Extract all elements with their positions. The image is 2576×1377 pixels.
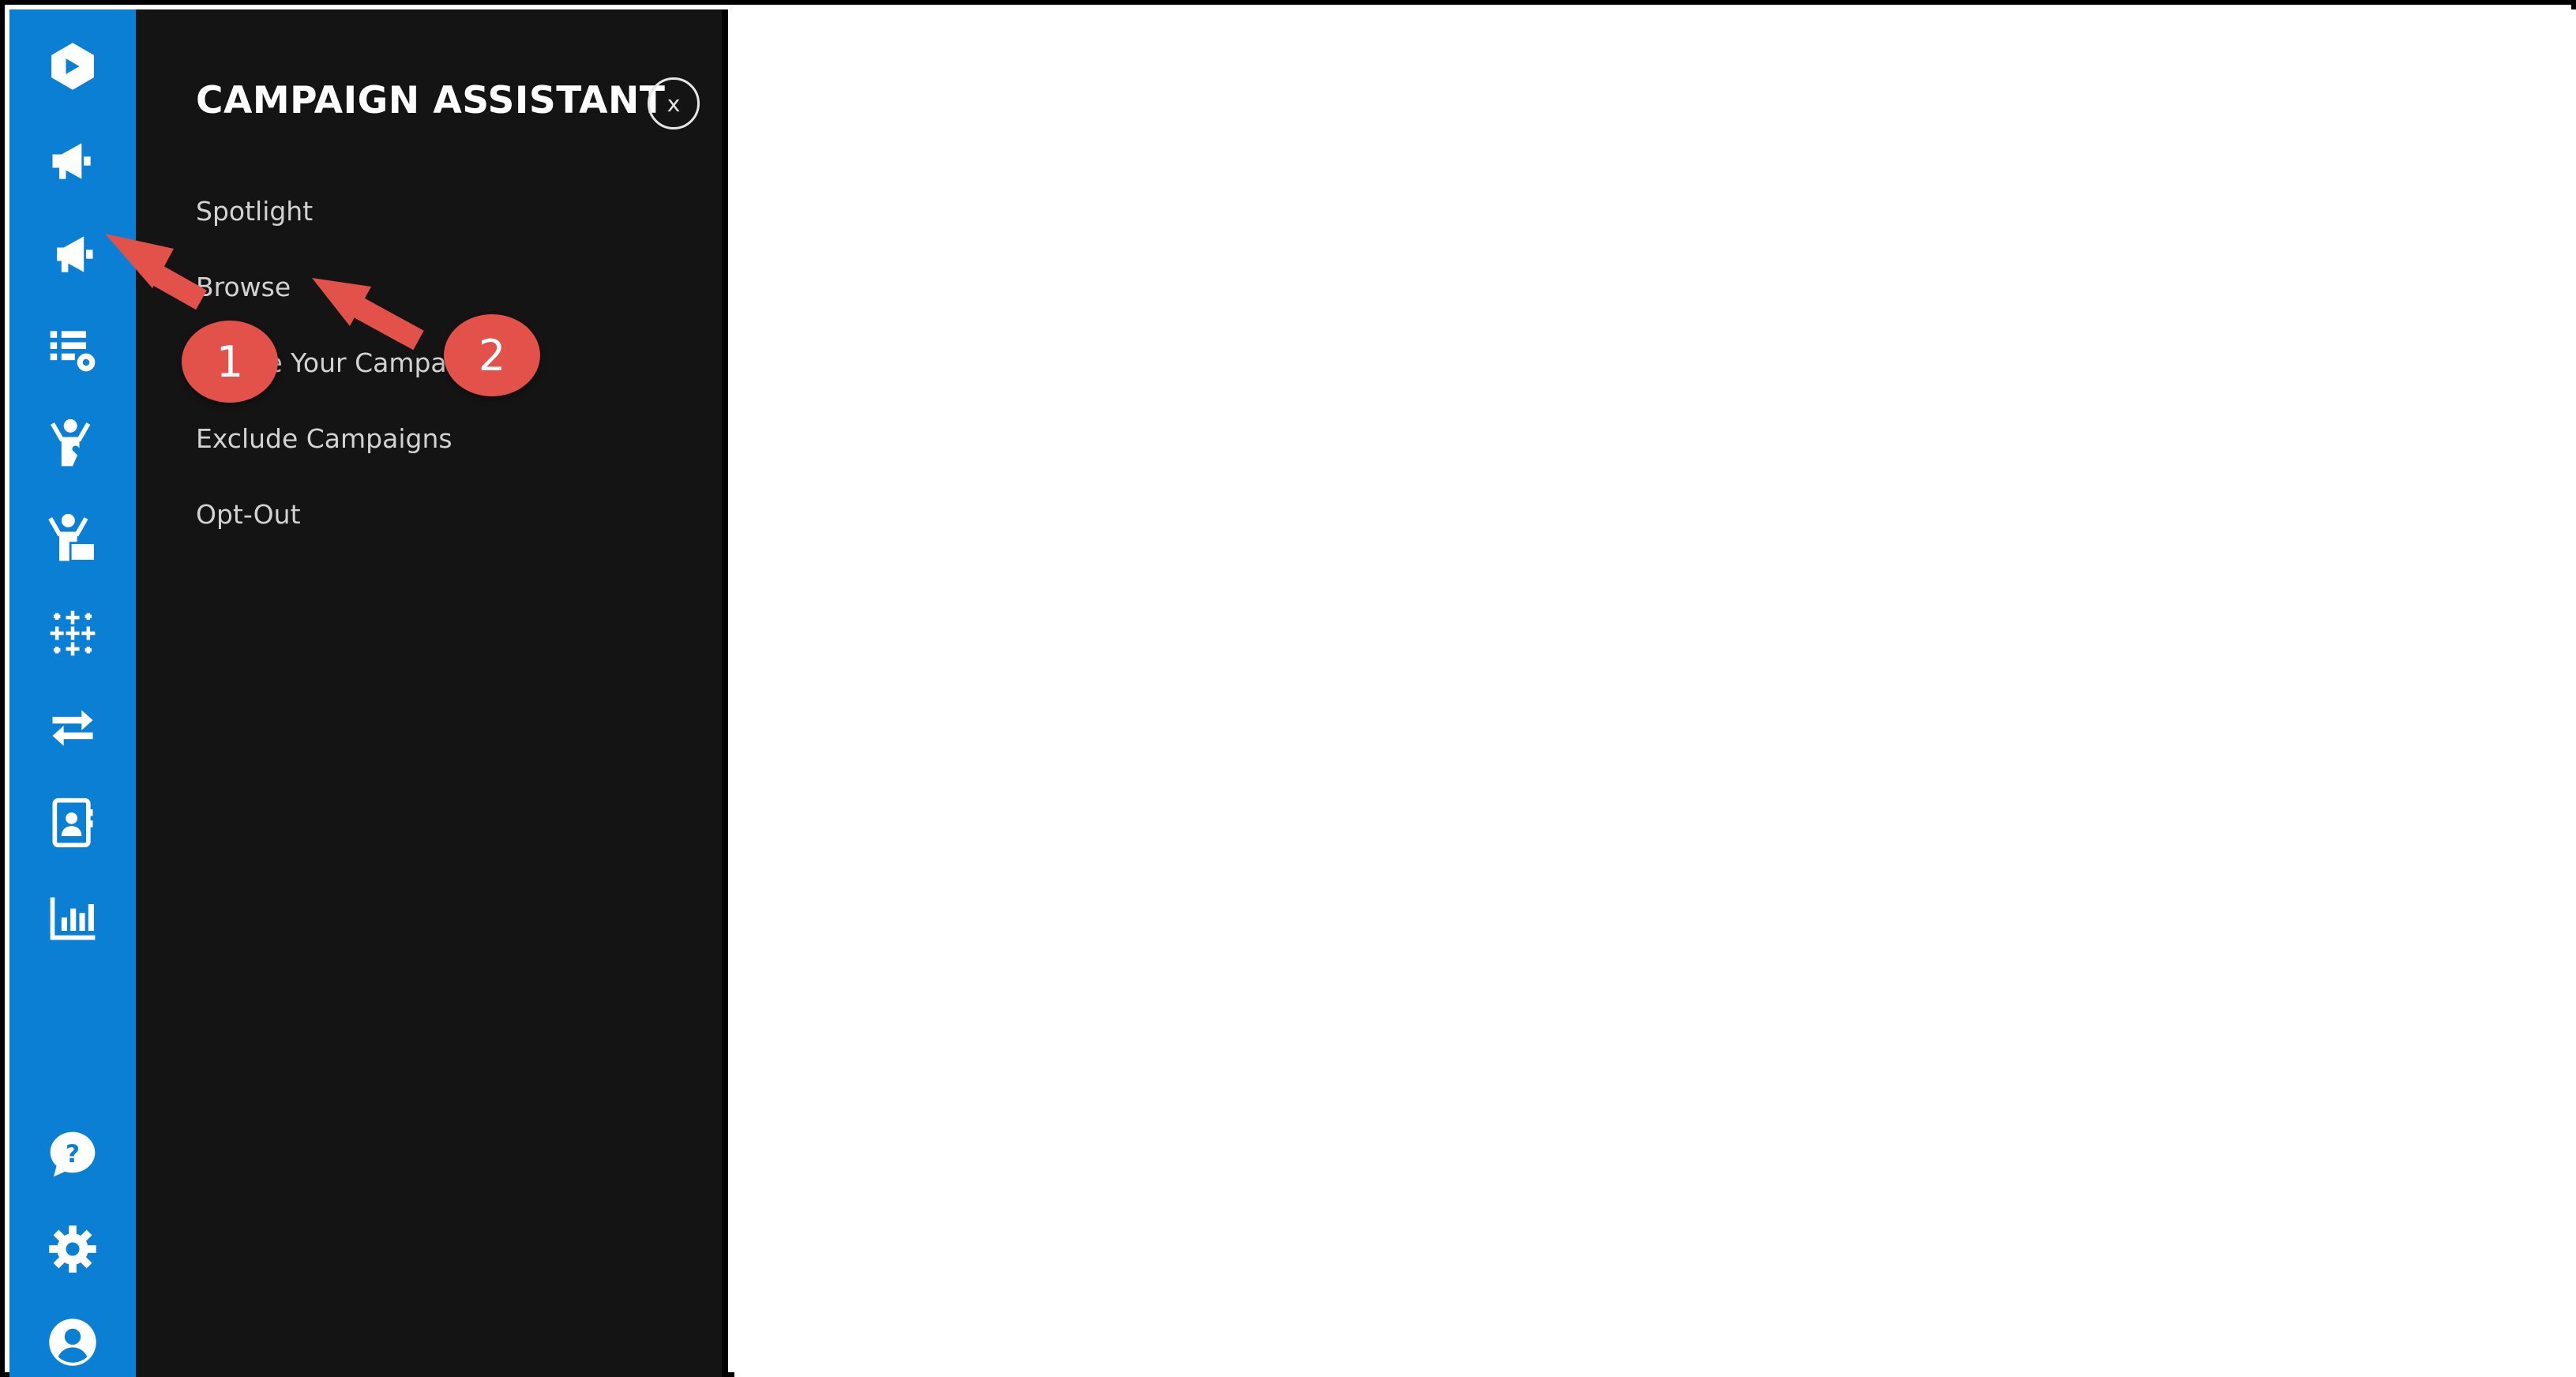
menu-item-browse[interactable]: Browse <box>196 272 291 302</box>
panel-title: CAMPAIGN ASSISTANT <box>196 79 666 122</box>
close-button[interactable]: x <box>648 77 700 129</box>
transfer-arrows-icon[interactable] <box>9 696 136 760</box>
sparkle-grid-icon[interactable] <box>9 602 136 665</box>
annotation-step-2-badge: 2 <box>444 314 540 396</box>
annotation-step-1-badge: 1 <box>182 321 278 403</box>
menu-item-spotlight[interactable]: Spotlight <box>196 196 313 227</box>
volunteer-box-icon[interactable] <box>9 507 136 570</box>
gear-icon[interactable] <box>9 1218 136 1281</box>
main-content-area <box>734 9 2576 1377</box>
bar-chart-icon[interactable] <box>9 886 136 949</box>
volunteer-heart-icon[interactable] <box>9 412 136 475</box>
menu-item-exclude-campaigns[interactable]: Exclude Campaigns <box>196 423 452 454</box>
contact-book-icon[interactable] <box>9 791 136 854</box>
svg-text:?: ? <box>66 1140 80 1169</box>
megaphone-icon[interactable] <box>9 129 136 193</box>
megaphone-add-icon[interactable] <box>9 223 136 286</box>
campaign-assistant-panel: CAMPAIGN ASSISTANT x Spotlight Browse Cr… <box>136 9 728 1377</box>
menu-item-opt-out[interactable]: Opt-Out <box>196 499 301 530</box>
help-icon[interactable]: ? <box>9 1123 136 1186</box>
logo-icon[interactable] <box>9 35 136 98</box>
app-window: ? CAMPAIGN ASSISTANT x Spotlight Browse … <box>0 0 2576 1377</box>
icon-sidebar: ? <box>9 9 136 1377</box>
user-avatar-icon[interactable] <box>9 1311 136 1374</box>
list-settings-icon[interactable] <box>9 317 136 381</box>
